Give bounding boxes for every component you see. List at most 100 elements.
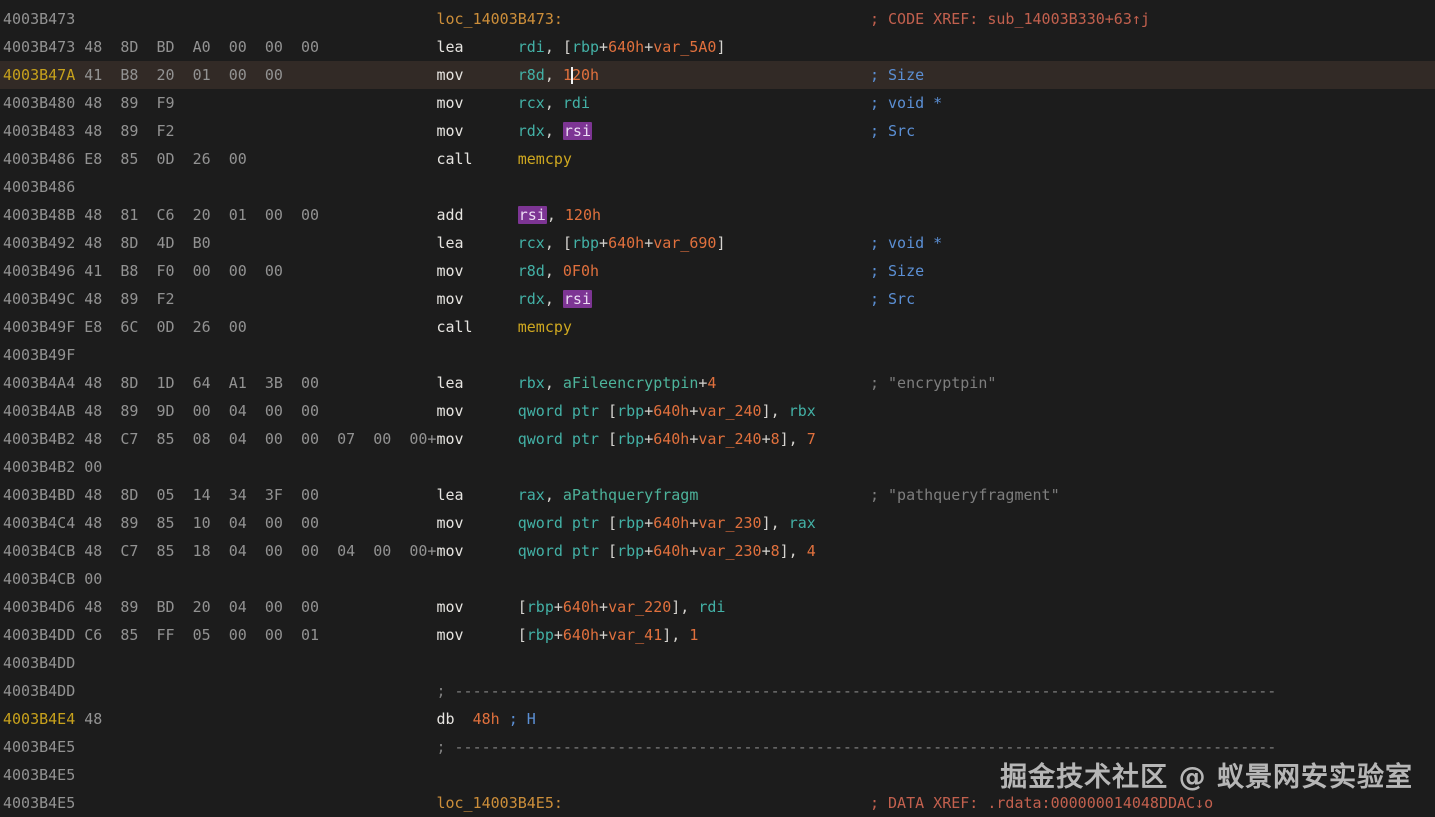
punctuation — [464, 94, 518, 112]
asm-line[interactable]: 4003B4DD — [0, 649, 1435, 677]
instruction-bytes: 00 — [84, 458, 103, 476]
mnemonic: mov — [436, 514, 464, 532]
address: 4003B496 — [3, 262, 76, 280]
register-token: rax — [517, 486, 545, 504]
address: 4003B4B2 — [3, 458, 76, 476]
asm-line[interactable]: 4003B4C4 48 89 85 10 04 00 00 mov qword pt… — [0, 509, 1435, 537]
comment-token: ; "encryptpin" — [869, 374, 997, 392]
register-token: r8d — [517, 66, 545, 84]
punctuation: [ — [517, 626, 527, 644]
punctuation — [464, 122, 518, 140]
number-token: var_230 — [698, 542, 762, 560]
punctuation: , — [544, 262, 563, 280]
asm-line[interactable]: 4003B49C 48 89 F2 mov rdx, rsi ; Src — [0, 285, 1435, 313]
asm-line[interactable]: 4003B483 48 89 F2 mov rdx, rsi ; Src — [0, 117, 1435, 145]
number-token: var_5A0 — [653, 38, 717, 56]
register-token: rbp — [617, 402, 645, 420]
punctuation: + — [644, 430, 654, 448]
instruction: mov r8d, 120h — [436, 61, 599, 89]
asm-line[interactable]: 4003B49F E8 6C 0D 26 00 call memcpy — [0, 313, 1435, 341]
punctuation — [464, 262, 518, 280]
address: 4003B4DD — [3, 654, 76, 672]
punctuation — [464, 514, 518, 532]
asm-line[interactable]: 4003B4B2 48 C7 85 08 04 00 00 07 00 00+ mo… — [0, 425, 1435, 453]
register-token: r8d — [517, 262, 545, 280]
punctuation: ], — [662, 626, 690, 644]
instruction: mov qword ptr [rbp+640h+var_240+8], 7 — [436, 425, 815, 453]
instruction-bytes: 48 81 C6 20 01 00 00 — [84, 206, 320, 224]
punctuation: ], — [761, 514, 789, 532]
punctuation: + — [644, 514, 654, 532]
mnemonic: lea — [436, 234, 464, 252]
mnemonic: mov — [436, 122, 464, 140]
mnemonic: mov — [436, 430, 464, 448]
xref-comment-token: ; CODE XREF: sub_14003B330+63↑j — [869, 10, 1150, 28]
register-token: rcx — [517, 234, 545, 252]
address: 4003B4AB — [3, 402, 76, 420]
instruction-bytes: 48 — [84, 710, 103, 728]
asm-listing: 4003B473 loc_14003B473: ; CODE XREF: sub_1… — [0, 5, 1435, 817]
asm-line[interactable]: 4003B4B2 00 — [0, 453, 1435, 481]
punctuation — [464, 542, 518, 560]
instruction: mov rdx, rsi — [436, 117, 592, 145]
punctuation — [464, 290, 518, 308]
asm-line[interactable]: 4003B473 48 8D BD A0 00 00 00 lea rdi, [rb… — [0, 33, 1435, 61]
address: 4003B4CB — [3, 570, 76, 588]
register-token: qword ptr — [517, 542, 600, 560]
address-highlighted: 4003B4E4 — [3, 710, 76, 728]
instruction: mov r8d, 0F0h — [436, 257, 599, 285]
punctuation — [464, 626, 518, 644]
mnemonic: mov — [436, 94, 464, 112]
label-token: loc_14003B473: — [436, 10, 563, 28]
asm-line[interactable]: 4003B486 E8 85 0D 26 00 call memcpy — [0, 145, 1435, 173]
number-token: 640h — [562, 626, 600, 644]
register-token: rbx — [517, 374, 545, 392]
register-token: qword ptr — [517, 430, 600, 448]
register-token: rbp — [617, 542, 645, 560]
instruction: mov rcx, rdi — [436, 89, 590, 117]
instruction-bytes: 48 89 F2 — [84, 290, 175, 308]
instruction: mov rdx, rsi — [436, 285, 592, 313]
asm-line[interactable]: 4003B4DD ; ------------------------------… — [0, 677, 1435, 705]
instruction: mov qword ptr [rbp+640h+var_230+8], 4 — [436, 537, 815, 565]
mnemonic: add — [436, 206, 464, 224]
asm-line[interactable]: 4003B49F — [0, 341, 1435, 369]
asm-line[interactable]: 4003B4CB 00 — [0, 565, 1435, 593]
address: 4003B4E5 — [3, 738, 76, 756]
asm-line[interactable]: 4003B4E4 48 db 48h ; H — [0, 705, 1435, 733]
asm-line[interactable]: 4003B47A 41 B8 20 01 00 00 mov r8d, 120h ; … — [0, 61, 1435, 89]
asm-line[interactable]: 4003B480 48 89 F9 mov rcx, rdi ; void * — [0, 89, 1435, 117]
address: 4003B486 — [3, 178, 76, 196]
function-name-token: memcpy — [517, 150, 572, 168]
instruction-bytes: 48 89 9D 00 04 00 00 — [84, 402, 320, 420]
register-token: qword ptr — [517, 402, 600, 420]
register-token: rbp — [571, 38, 600, 56]
register-token: rcx — [517, 94, 545, 112]
mnemonic: mov — [436, 290, 464, 308]
number-token: 8 — [770, 430, 780, 448]
highlighted-register-token: rsi — [562, 290, 592, 308]
asm-line[interactable]: 4003B4DD C6 85 FF 05 00 00 01 mov [rbp+640… — [0, 621, 1435, 649]
asm-line[interactable]: 4003B4AB 48 89 9D 00 04 00 00 mov qword pt… — [0, 397, 1435, 425]
asm-line[interactable]: 4003B48B 48 81 C6 20 01 00 00 add rsi, 120… — [0, 201, 1435, 229]
register-token: rdx — [517, 122, 545, 140]
asm-line[interactable]: 4003B4BD 48 8D 05 14 34 3F 00 lea rax, aPa… — [0, 481, 1435, 509]
asm-line[interactable]: 4003B4E5 loc_14003B4E5: ; DATA XREF: .rdat… — [0, 789, 1435, 817]
punctuation — [464, 66, 518, 84]
asm-line[interactable]: 4003B486 — [0, 173, 1435, 201]
punctuation: , — [544, 94, 563, 112]
asm-line[interactable]: 4003B496 41 B8 F0 00 00 00 mov r8d, 0F0h ; … — [0, 257, 1435, 285]
asm-line[interactable]: 4003B473 loc_14003B473: ; CODE XREF: sub_1… — [0, 5, 1435, 33]
register-token: rdx — [517, 290, 545, 308]
mnemonic: mov — [436, 626, 464, 644]
register-token: rbp — [526, 598, 554, 616]
register-token: rdi — [517, 38, 545, 56]
asm-line[interactable]: 4003B4D6 48 89 BD 20 04 00 00 mov [rbp+640… — [0, 593, 1435, 621]
instruction: mov [rbp+640h+var_220], rdi — [436, 593, 725, 621]
asm-line[interactable]: 4003B4E5 ; ------------------------------… — [0, 733, 1435, 761]
register-token: rbx — [788, 402, 816, 420]
asm-line[interactable]: 4003B4A4 48 8D 1D 64 A1 3B 00 lea rbx, aFi… — [0, 369, 1435, 397]
punctuation: [ — [599, 430, 618, 448]
asm-line[interactable]: 4003B4CB 48 C7 85 18 04 00 00 04 00 00+ mo… — [0, 537, 1435, 565]
asm-line[interactable]: 4003B492 48 8D 4D B0 lea rcx, [rbp+640h+va… — [0, 229, 1435, 257]
